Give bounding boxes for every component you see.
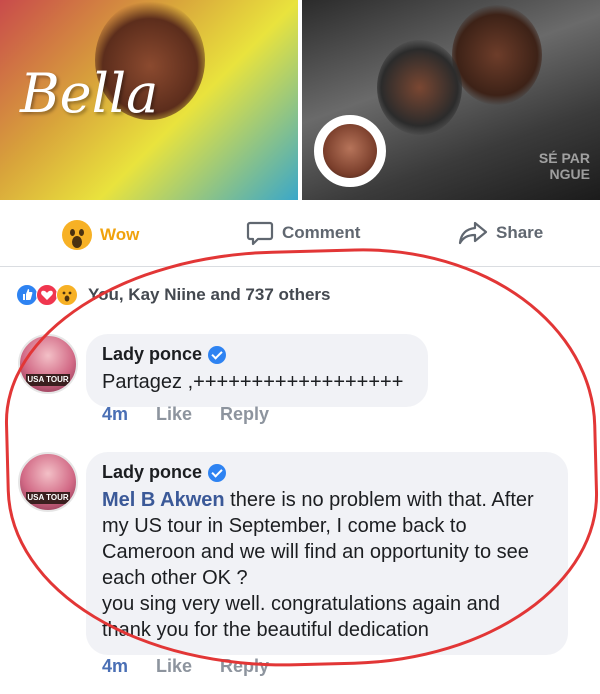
comment-like-link[interactable]: Like [156, 656, 192, 677]
comment-item: USA TOUR Lady ponce Partagez ,++++++++++… [18, 334, 588, 424]
comment-meta: 4m Like Reply [102, 404, 269, 425]
post-photos: Bella SÉ PAR NGUE [0, 0, 600, 200]
avatar[interactable]: USA TOUR [18, 334, 78, 394]
man-head-shape [452, 5, 542, 105]
verified-badge-icon [208, 345, 227, 364]
comment-text-second: you sing very well. congratulations agai… [102, 593, 501, 641]
photo-left[interactable]: Bella [0, 0, 298, 200]
comment-author[interactable]: Lady ponce [102, 462, 552, 483]
reactions-summary-text: You, Kay Niine and 737 others [88, 285, 331, 304]
comment-text: Partagez ,++++++++++++++++++ [102, 371, 404, 393]
comment-mention-link[interactable]: Mel B Akwen [102, 489, 225, 511]
wow-icon [62, 220, 92, 250]
comment-author[interactable]: Lady ponce [102, 344, 412, 365]
avatar-tag-text: USA TOUR [26, 374, 70, 386]
watermark-line2: NGUE [549, 166, 590, 182]
share-button[interactable]: Share [458, 220, 543, 246]
verified-badge-icon [208, 463, 227, 482]
woman-cap-head-shape [377, 40, 462, 135]
share-icon [458, 221, 488, 245]
comment-label: Comment [282, 223, 361, 242]
post-action-bar: Wow Comment Share [0, 202, 600, 267]
reactions-summary[interactable]: You, Kay Niine and 737 others [16, 284, 330, 306]
comment-button[interactable]: Comment [246, 220, 360, 246]
photo-watermark: SÉ PAR NGUE [539, 150, 590, 182]
love-icon [36, 284, 58, 306]
comment-like-link[interactable]: Like [156, 404, 192, 425]
watermark-line1: SÉ PAR [538, 150, 590, 166]
avatar-tag-text: USA TOUR [26, 492, 70, 504]
comment-meta: 4m Like Reply [102, 656, 269, 677]
wow-small-icon [56, 284, 78, 306]
avatar[interactable]: USA TOUR [18, 452, 78, 512]
comment-author-name: Lady ponce [102, 344, 203, 364]
comment-time[interactable]: 4m [102, 404, 128, 425]
inset-face [323, 124, 377, 178]
wow-label: Wow [100, 225, 140, 244]
comment-text: Mel B Akwen there is no problem with tha… [102, 487, 552, 591]
wow-reaction-button[interactable]: Wow [62, 220, 139, 250]
comment-item: USA TOUR Lady ponce Mel B Akwen there is… [18, 452, 588, 692]
comment-reply-link[interactable]: Reply [220, 656, 269, 677]
share-label: Share [496, 223, 544, 242]
photo-right[interactable]: SÉ PAR NGUE [302, 0, 600, 200]
comment-bubble: Lady ponce Partagez ,++++++++++++++++++ [86, 334, 428, 407]
comment-icon [246, 221, 274, 246]
comment-time[interactable]: 4m [102, 656, 128, 677]
comment-bubble: Lady ponce Mel B Akwen there is no probl… [86, 452, 568, 655]
like-icon [16, 284, 38, 306]
inset-portrait [314, 115, 386, 187]
comment-reply-link[interactable]: Reply [220, 404, 269, 425]
photo-title-text: Bella [20, 62, 159, 125]
comment-author-name: Lady ponce [102, 462, 203, 482]
